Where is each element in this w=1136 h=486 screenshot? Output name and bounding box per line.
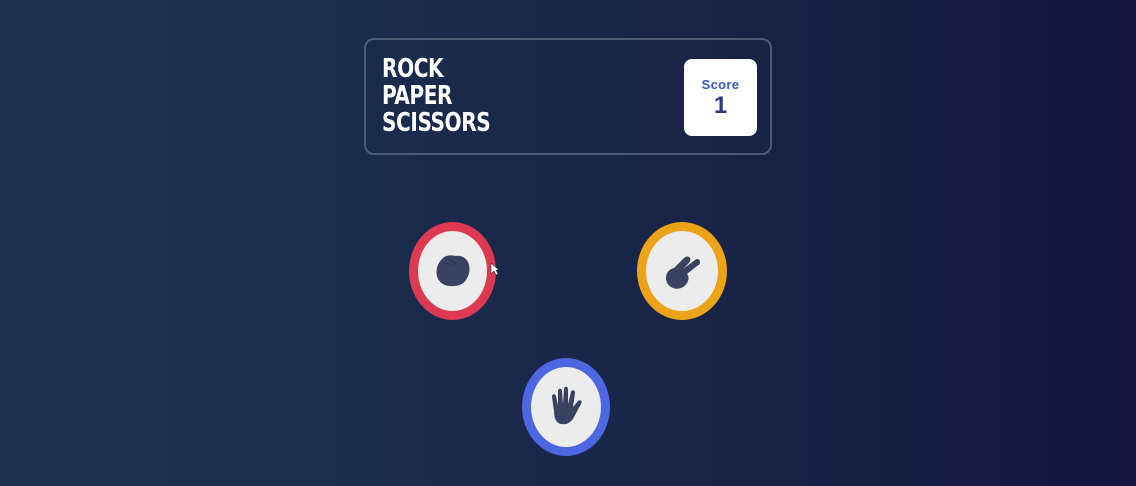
rock-button[interactable] xyxy=(409,222,496,320)
game-header: ROCK PAPER SCISSORS Score 1 xyxy=(364,38,772,155)
scissors-button[interactable] xyxy=(637,222,727,320)
title-line-scissors: SCISSORS xyxy=(382,108,491,138)
rock-hand-icon xyxy=(436,255,469,287)
mouse-cursor-icon xyxy=(490,262,500,276)
score-value: 1 xyxy=(713,91,728,119)
paper-hand-icon xyxy=(551,386,582,425)
title-line-paper: PAPER xyxy=(382,81,453,111)
paper-button[interactable] xyxy=(522,358,610,456)
title-line-rock: ROCK xyxy=(382,54,444,84)
scissors-hand-icon xyxy=(666,256,700,289)
game-title: ROCK PAPER SCISSORS xyxy=(382,56,508,137)
score-box: Score 1 xyxy=(684,59,757,136)
score-label: Score xyxy=(701,76,740,92)
